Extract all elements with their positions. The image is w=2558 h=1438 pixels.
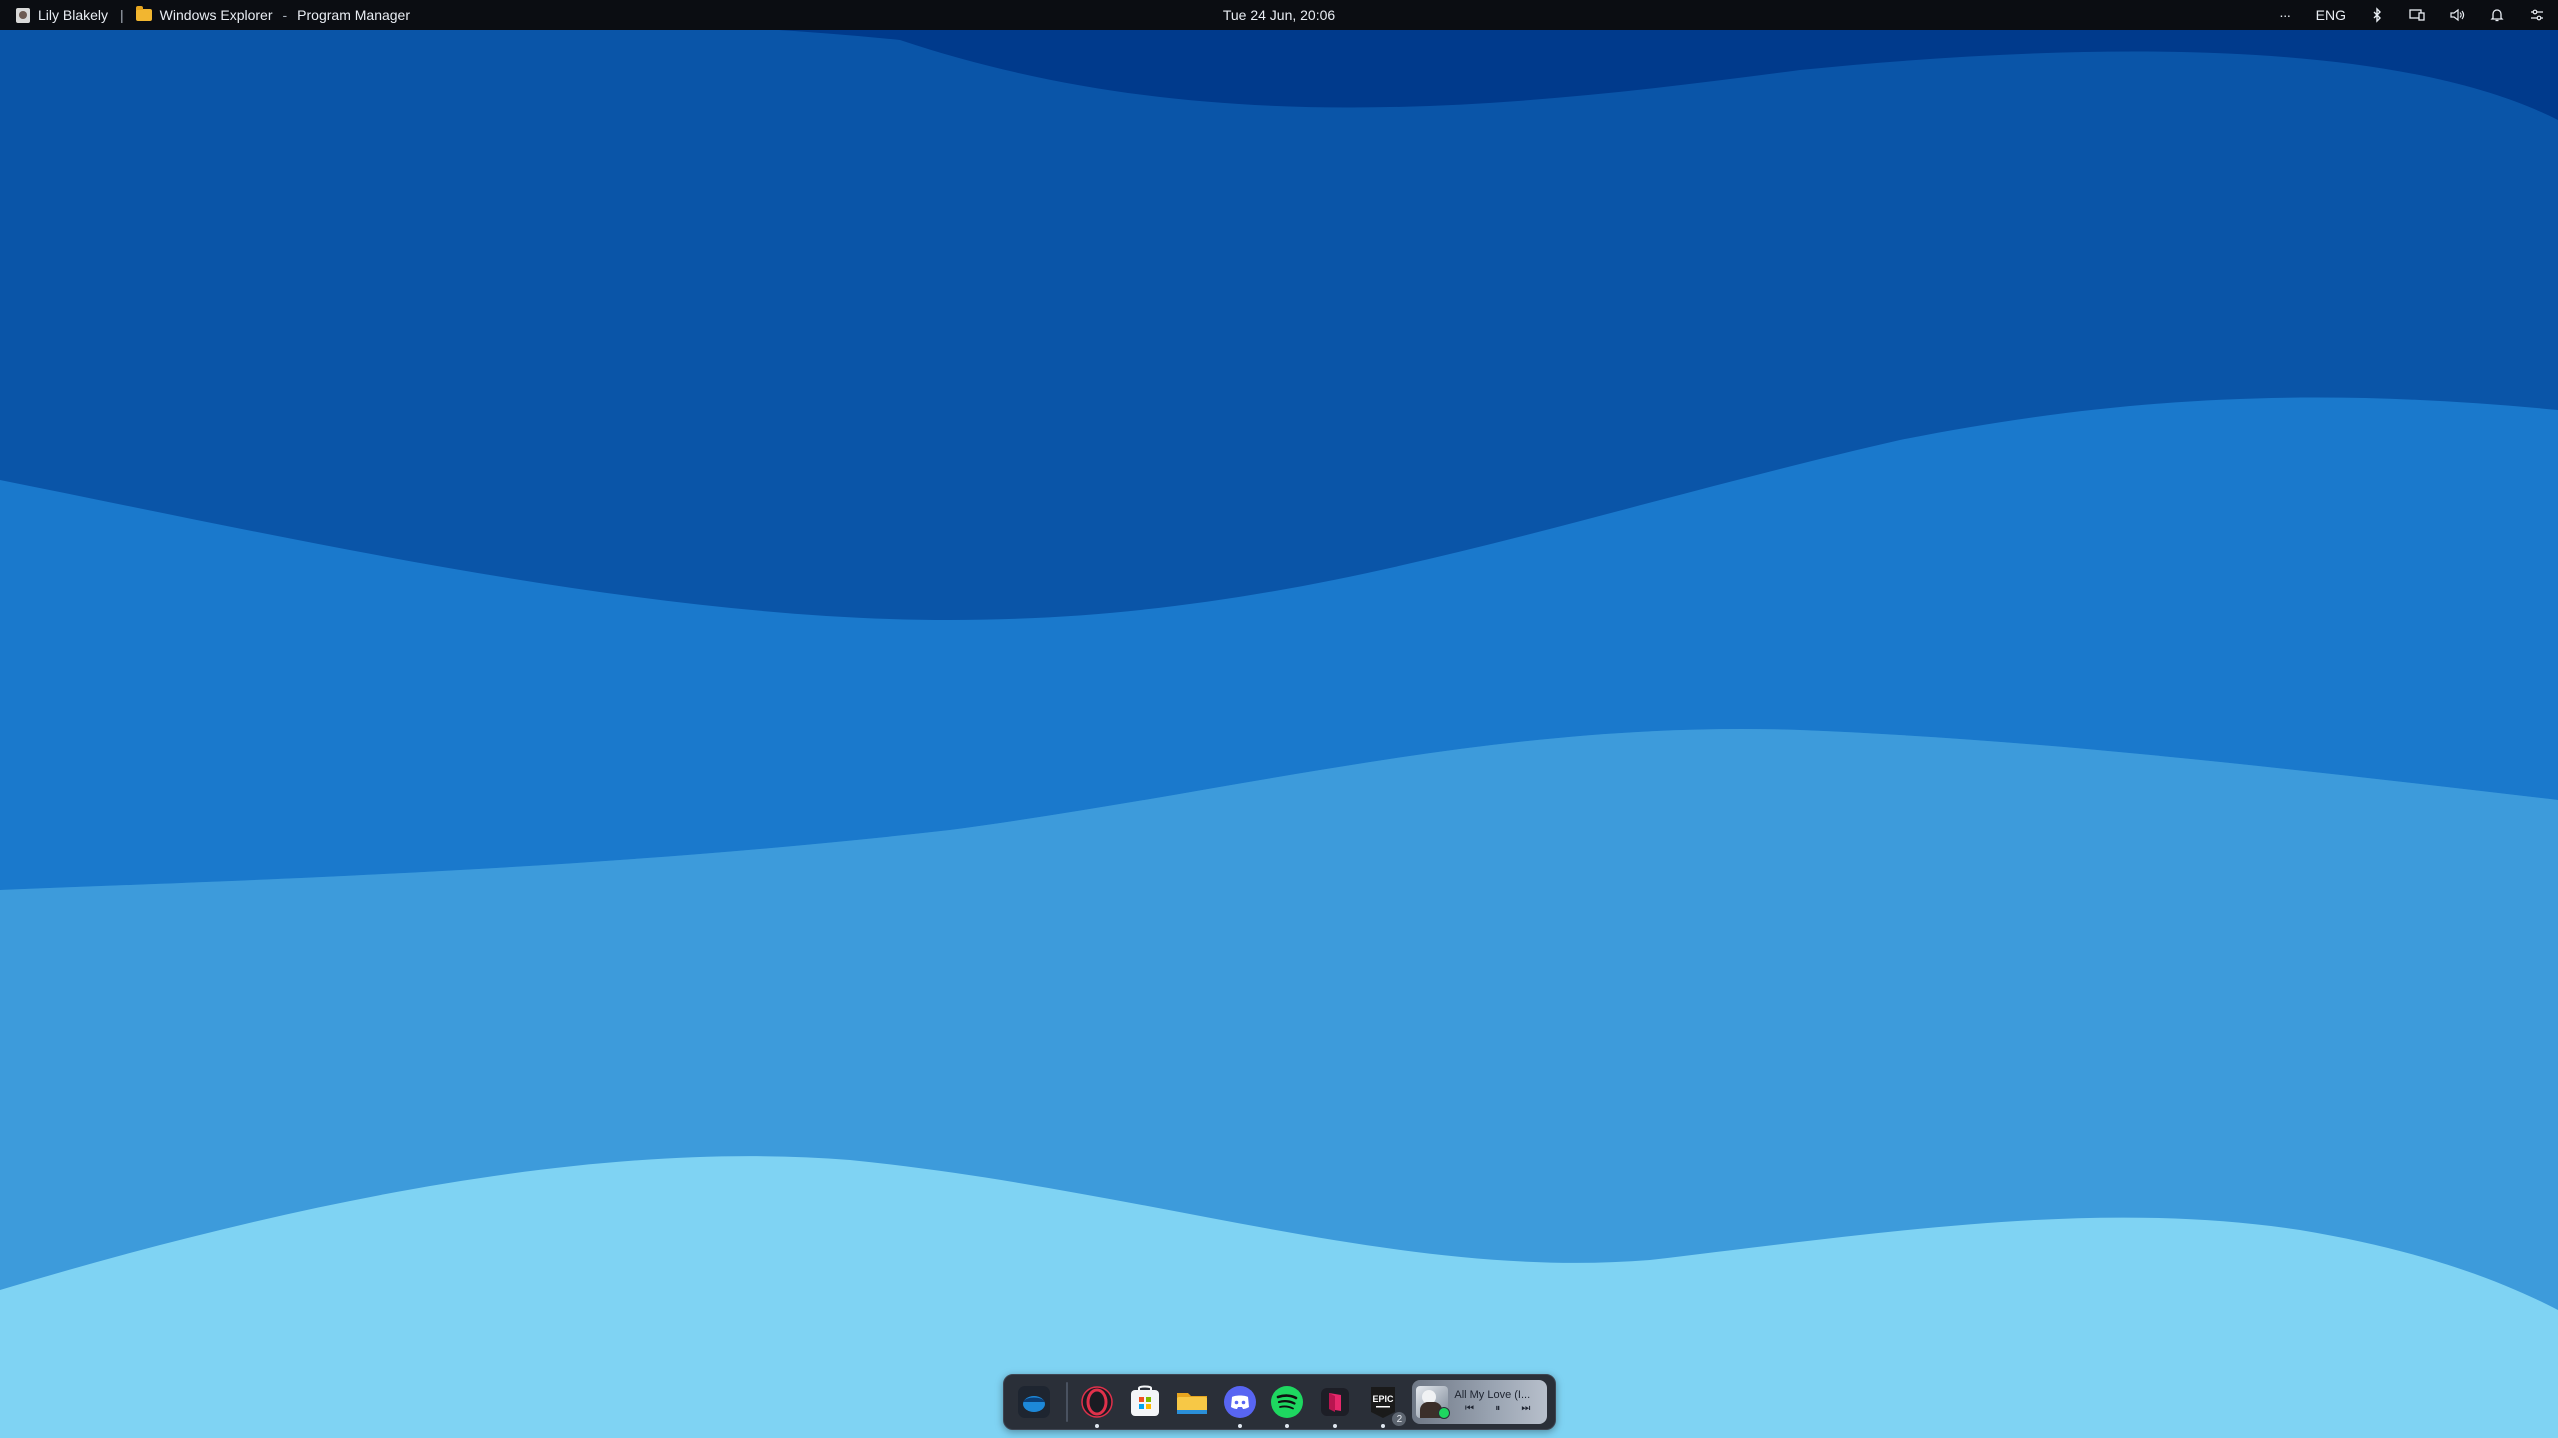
opera-gx-icon (1081, 1386, 1114, 1418)
user-avatar-icon[interactable] (16, 7, 30, 23)
title-separator: | (120, 7, 124, 23)
pause-icon[interactable]: ⏸ (1495, 1403, 1500, 1415)
spotify-button[interactable] (1266, 1380, 1310, 1428)
folder-icon (135, 6, 152, 21)
window-app-name[interactable]: Windows Explorer (160, 7, 273, 23)
file-explorer-button[interactable] (1171, 1380, 1215, 1424)
quick-settings-icon[interactable] (2528, 6, 2546, 24)
running-indicator (1380, 1424, 1385, 1428)
running-indicator (1237, 1424, 1242, 1428)
start-launcher-icon (1017, 1386, 1050, 1418)
previous-track-icon[interactable]: ⏮ (1465, 1403, 1474, 1415)
media-widget[interactable]: All My Love (I... ⏮ ⏸ ⏭ (1412, 1380, 1548, 1424)
bluetooth-icon[interactable] (2368, 6, 2386, 24)
window-title[interactable]: Program Manager (297, 7, 410, 23)
pink-app-icon (1321, 1388, 1350, 1416)
system-tray: ··· ENG (2276, 6, 2546, 24)
microsoft-store-button[interactable] (1123, 1380, 1167, 1424)
title-dash: - (282, 7, 288, 23)
more-icon[interactable]: ··· (2276, 6, 2294, 24)
top-bar: Lily Blakely | Windows Explorer - Progra… (0, 0, 2558, 30)
epic-games-button[interactable]: EPIC 2 (1361, 1380, 1407, 1428)
dock-divider (1065, 1382, 1068, 1422)
microsoft-store-icon (1130, 1385, 1159, 1416)
media-track-title[interactable]: All My Love (I... (1454, 1389, 1541, 1401)
pink-app-button[interactable] (1313, 1380, 1357, 1428)
display-icon[interactable] (2408, 6, 2426, 24)
running-indicator (1333, 1424, 1338, 1428)
opera-gx-button[interactable] (1076, 1380, 1120, 1428)
media-info: All My Love (I... ⏮ ⏸ ⏭ (1454, 1389, 1541, 1415)
running-indicator (1095, 1424, 1100, 1428)
notification-bell-icon[interactable] (2488, 6, 2506, 24)
epic-label: EPIC (1372, 1394, 1394, 1404)
active-window-info[interactable]: Lily Blakely | Windows Explorer - Progra… (16, 6, 410, 23)
volume-icon[interactable] (2448, 6, 2466, 24)
datetime-label[interactable]: Tue 24 Jun, 20:06 (1223, 7, 1335, 23)
spotify-mini-icon (1438, 1407, 1451, 1419)
discord-button[interactable] (1218, 1380, 1262, 1428)
start-launcher-button[interactable] (1012, 1380, 1056, 1424)
dock: EPIC 2 All My Love (I... ⏮ ⏸ ⏭ (1003, 1374, 1556, 1430)
discord-icon (1223, 1386, 1256, 1418)
file-explorer-icon (1177, 1393, 1208, 1414)
next-track-icon[interactable]: ⏭ (1521, 1403, 1530, 1415)
user-name[interactable]: Lily Blakely (38, 7, 108, 23)
desktop-wallpaper (0, 0, 2558, 1438)
running-indicator (1285, 1424, 1290, 1428)
notification-badge: 2 (1392, 1412, 1407, 1426)
spotify-icon (1271, 1386, 1304, 1418)
language-indicator[interactable]: ENG (2316, 7, 2346, 23)
media-controls: ⏮ ⏸ ⏭ (1454, 1403, 1541, 1415)
